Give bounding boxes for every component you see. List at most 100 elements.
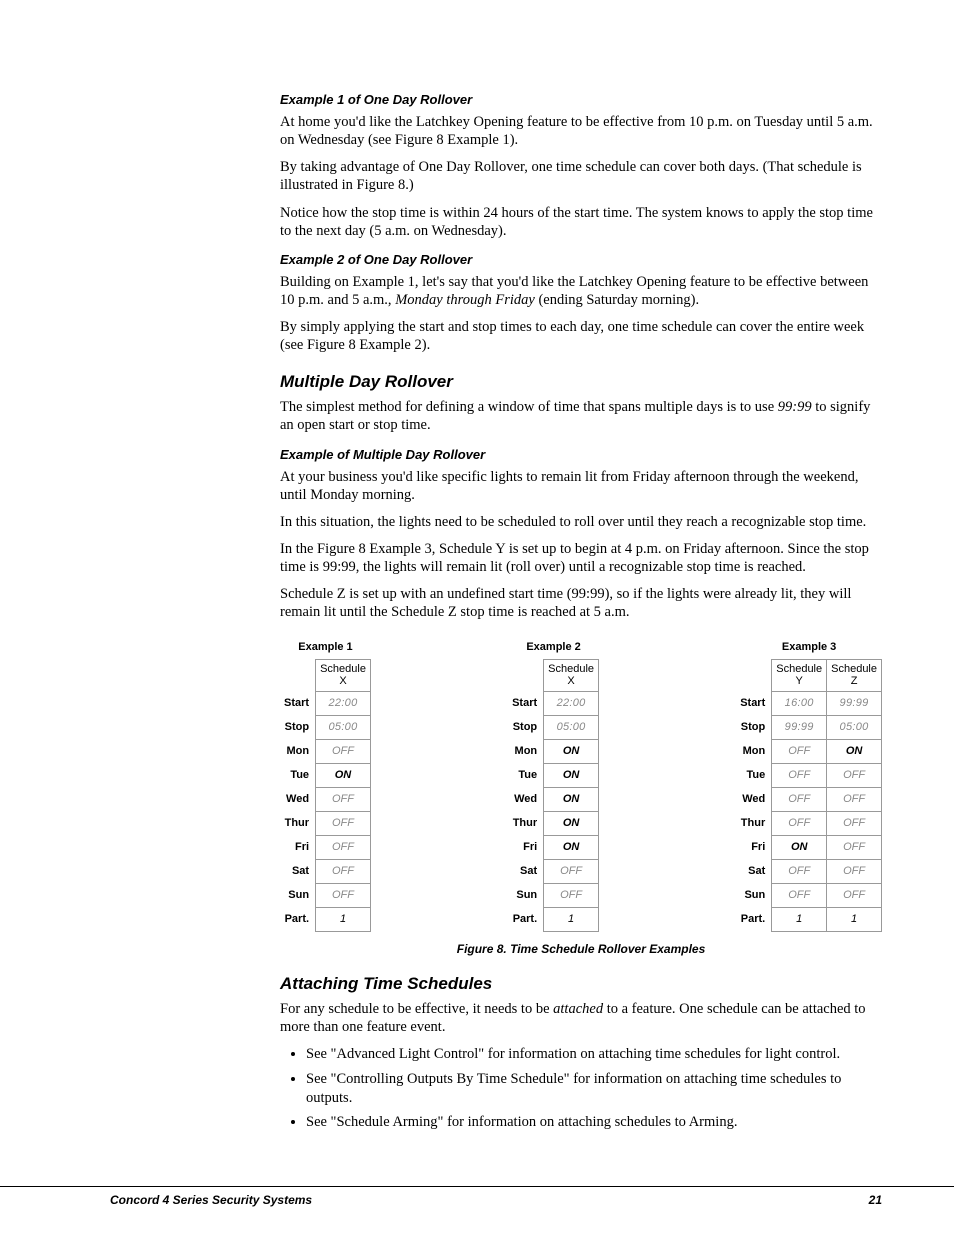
schedule-row-label: Part. xyxy=(508,907,544,931)
schedule-row-label: Wed xyxy=(280,787,316,811)
schedule-cell: OFF xyxy=(316,883,371,907)
schedule-cell: ON xyxy=(827,739,882,763)
schedule-row-label: Wed xyxy=(736,787,772,811)
schedule-row-label: Sat xyxy=(736,859,772,883)
schedule-cell: ON xyxy=(544,811,599,835)
schedule-table: ScheduleXStart22:00Stop05:00MonONTueONWe… xyxy=(508,659,599,931)
schedule-row-label: Sun xyxy=(736,883,772,907)
schedule-cell: 05:00 xyxy=(544,715,599,739)
para: Building on Example 1, let's say that yo… xyxy=(280,273,882,309)
schedule-cell: OFF xyxy=(772,763,827,787)
schedule-cell: 1 xyxy=(772,907,827,931)
schedule-cell: OFF xyxy=(827,763,882,787)
schedule-row-label: Start xyxy=(508,691,544,715)
schedule-row-label: Tue xyxy=(736,763,772,787)
example-3-block: Example 3ScheduleYScheduleZStart16:0099:… xyxy=(736,641,882,931)
bullet-list: See "Advanced Light Control" for informa… xyxy=(280,1045,882,1132)
para: At your business you'd like specific lig… xyxy=(280,468,882,504)
heading-attaching: Attaching Time Schedules xyxy=(280,974,882,994)
schedule-row-label: Sat xyxy=(508,859,544,883)
example-1-block: Example 1 ScheduleXStart22:00Stop05:00Mon… xyxy=(280,641,371,931)
schedule-cell: OFF xyxy=(772,787,827,811)
schedule-row-label: Sun xyxy=(508,883,544,907)
text: For any schedule to be effective, it nee… xyxy=(280,1001,553,1017)
schedule-cell: ON xyxy=(316,763,371,787)
schedule-cell: OFF xyxy=(827,811,882,835)
schedule-cell: ON xyxy=(544,835,599,859)
page-footer: Concord 4 Series Security Systems 21 xyxy=(0,1186,954,1207)
schedule-cell: OFF xyxy=(827,787,882,811)
example-title: Example 2 xyxy=(508,641,599,653)
schedule-column-header: ScheduleX xyxy=(544,660,599,691)
para: For any schedule to be effective, it nee… xyxy=(280,1000,882,1036)
bullet-item: See "Schedule Arming" for information on… xyxy=(306,1113,882,1132)
schedule-row-label: Fri xyxy=(736,835,772,859)
schedule-row-label: Start xyxy=(280,691,316,715)
schedule-row-label: Sun xyxy=(280,883,316,907)
emphasis: Monday through Friday xyxy=(395,292,535,308)
schedule-row-label: Start xyxy=(736,691,772,715)
schedule-cell: OFF xyxy=(544,883,599,907)
bullet-item: See "Controlling Outputs By Time Schedul… xyxy=(306,1070,882,1108)
schedule-column-header: ScheduleY xyxy=(772,660,827,691)
para: By taking advantage of One Day Rollover,… xyxy=(280,158,882,194)
schedule-cell: OFF xyxy=(316,859,371,883)
schedule-cell: 05:00 xyxy=(827,715,882,739)
bullet-item: See "Advanced Light Control" for informa… xyxy=(306,1045,882,1064)
heading-example2: Example 2 of One Day Rollover xyxy=(280,252,882,267)
schedule-cell: ON xyxy=(544,739,599,763)
schedule-column-header: ScheduleX xyxy=(316,660,371,691)
footer-title: Concord 4 Series Security Systems xyxy=(110,1193,312,1207)
schedule-cell: 05:00 xyxy=(316,715,371,739)
schedule-row-label: Tue xyxy=(508,763,544,787)
para: Schedule Z is set up with an undefined s… xyxy=(280,585,882,621)
schedule-cell: OFF xyxy=(316,811,371,835)
schedule-cell: OFF xyxy=(772,739,827,763)
schedule-row-label: Stop xyxy=(280,715,316,739)
text: (ending Saturday morning). xyxy=(535,292,699,308)
text: The simplest method for defining a windo… xyxy=(280,399,778,415)
schedule-cell: OFF xyxy=(772,883,827,907)
schedule-cell: 99:99 xyxy=(827,691,882,715)
schedule-row-label: Thur xyxy=(508,811,544,835)
schedule-row-label: Thur xyxy=(280,811,316,835)
heading-example1: Example 1 of One Day Rollover xyxy=(280,92,882,107)
para: The simplest method for defining a windo… xyxy=(280,398,882,434)
schedule-row-label: Part. xyxy=(736,907,772,931)
schedule-row-label: Stop xyxy=(508,715,544,739)
example-title: Example 1 xyxy=(280,641,371,653)
schedule-table: ScheduleYScheduleZStart16:0099:99Stop99:… xyxy=(736,659,882,931)
schedule-column-header: ScheduleZ xyxy=(827,660,882,691)
schedule-cell: OFF xyxy=(316,835,371,859)
schedule-cell: ON xyxy=(544,787,599,811)
schedule-cell: 22:00 xyxy=(316,691,371,715)
schedule-row-label: Mon xyxy=(280,739,316,763)
figure-8: Example 1ScheduleXStart22:00Stop05:00Mon… xyxy=(280,641,882,931)
figure-caption: Figure 8. Time Schedule Rollover Example… xyxy=(280,942,882,956)
schedule-cell: 99:99 xyxy=(772,715,827,739)
schedule-cell: OFF xyxy=(827,883,882,907)
schedule-row-label: Sat xyxy=(280,859,316,883)
para: Notice how the stop time is within 24 ho… xyxy=(280,204,882,240)
emphasis: attached xyxy=(553,1001,603,1017)
schedule-cell: OFF xyxy=(772,811,827,835)
para: By simply applying the start and stop ti… xyxy=(280,318,882,354)
schedule-cell: 16:00 xyxy=(772,691,827,715)
schedule-row-label: Wed xyxy=(508,787,544,811)
schedule-cell: ON xyxy=(772,835,827,859)
emphasis: 99:99 xyxy=(778,399,812,415)
page: Example 1 of One Day Rollover At home yo… xyxy=(0,0,954,1235)
schedule-row-label: Fri xyxy=(280,835,316,859)
schedule-row-label: Mon xyxy=(736,739,772,763)
schedule-cell: OFF xyxy=(544,859,599,883)
schedule-row-label: Mon xyxy=(508,739,544,763)
example-2-block: Example 2 ScheduleXStart22:00Stop05:00Mon… xyxy=(508,641,599,931)
schedule-row-label: Part. xyxy=(280,907,316,931)
schedule-row-label: Fri xyxy=(508,835,544,859)
schedule-table: ScheduleXStart22:00Stop05:00MonOFFTueONW… xyxy=(280,659,371,931)
footer-page-number: 21 xyxy=(869,1193,882,1207)
schedule-cell: 22:00 xyxy=(544,691,599,715)
schedule-cell: OFF xyxy=(316,739,371,763)
schedule-row-label: Stop xyxy=(736,715,772,739)
para: In this situation, the lights need to be… xyxy=(280,513,882,531)
